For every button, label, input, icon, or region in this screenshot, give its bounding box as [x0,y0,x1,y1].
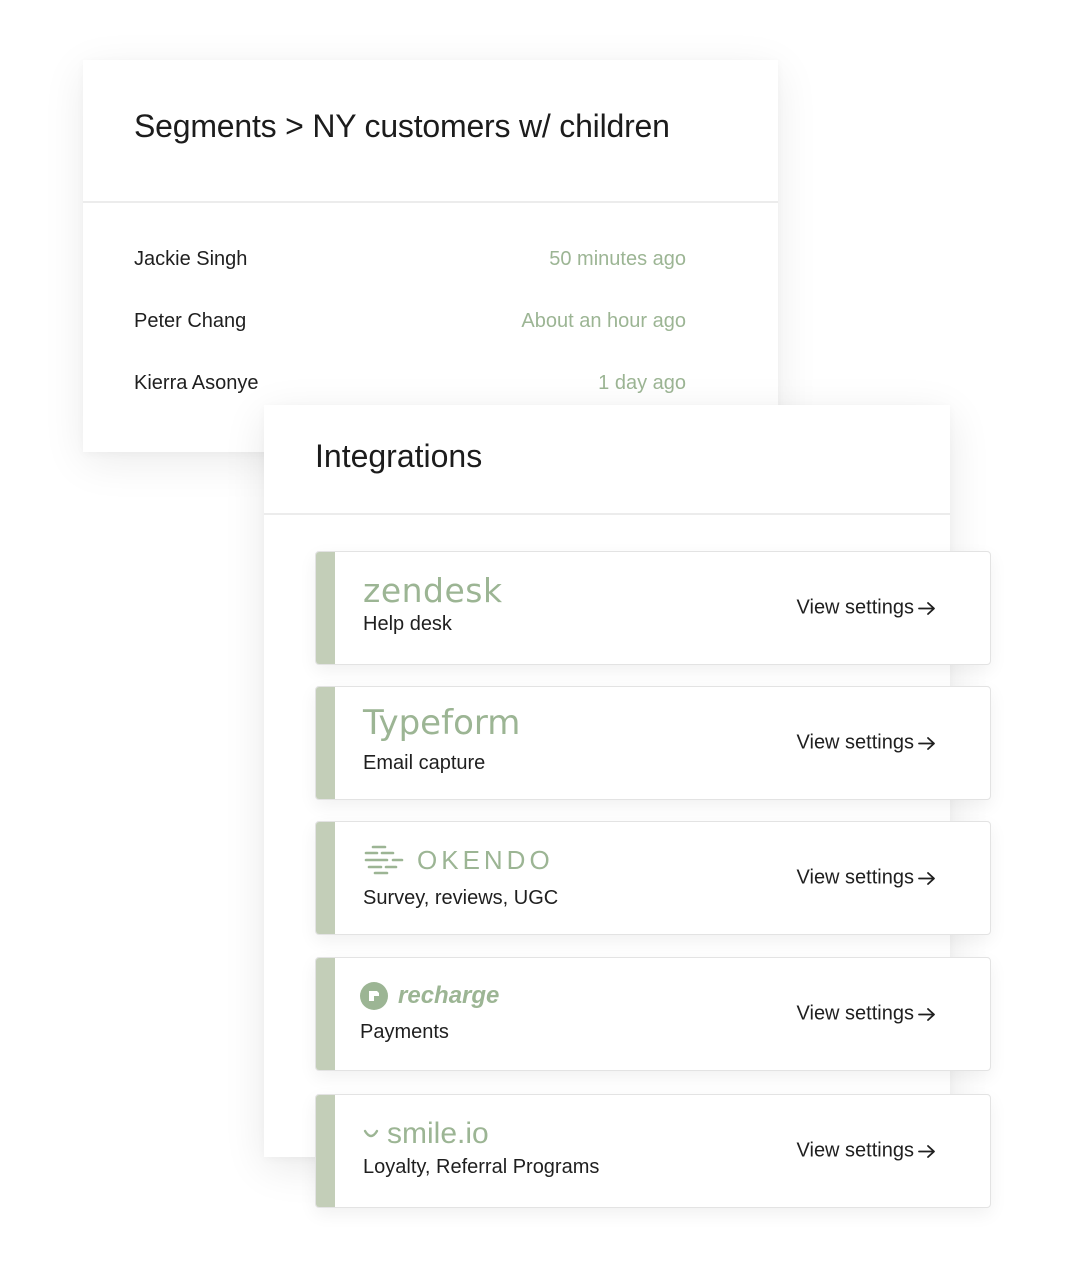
integration-description: Email capture [363,752,486,774]
arrow-right-icon [918,1007,935,1021]
integration-description: Payments [360,1021,449,1043]
integration-accent-bar [316,822,335,934]
smile-logo: smile.io [363,1117,489,1151]
arrow-right-icon [918,871,935,885]
view-settings-link[interactable]: View settings [797,1140,936,1163]
segment-last-seen: 50 minutes ago [549,247,686,270]
integration-description: Loyalty, Referral Programs [363,1156,600,1178]
view-settings-link[interactable]: View settings [797,732,936,755]
integration-accent-bar [316,552,335,664]
view-settings-link[interactable]: View settings [797,867,936,890]
integration-logo-text: Typeform [363,703,521,743]
segment-row[interactable]: Peter Chang About an hour ago [134,306,686,336]
integration-item-okendo: OKENDO Survey, reviews, UGC View setting… [315,821,991,935]
recharge-logo: recharge [360,982,499,1010]
segment-customer-name: Peter Chang [134,309,247,332]
segments-card: Segments > NY customers w/ children Jack… [83,60,778,452]
integration-accent-bar [316,687,335,799]
view-settings-label: View settings [796,1002,914,1025]
segment-customer-name: Jackie Singh [134,247,248,270]
integrations-title: Integrations [315,437,483,474]
integration-item-recharge: recharge Payments View settings [315,957,991,1071]
segment-last-seen: About an hour ago [521,309,686,332]
integrations-header: Integrations [264,405,950,515]
okendo-lines-icon [364,845,404,875]
segments-title: Segments > NY customers w/ children [134,108,670,144]
view-settings-label: View settings [796,1139,914,1162]
integration-logo-text: OKENDO [417,844,554,875]
recharge-badge-icon [360,982,388,1010]
view-settings-label: View settings [796,866,914,889]
stage: Segments > NY customers w/ children Jack… [0,0,1075,1270]
arrow-right-icon [918,601,935,615]
integration-item-smile: smile.io Loyalty, Referral Programs View… [315,1094,991,1208]
integration-item-typeform: Typeform Email capture View settings [315,686,991,800]
arrow-right-icon [918,1144,935,1158]
integration-description: Help desk [363,613,452,635]
okendo-logo: OKENDO [363,844,554,876]
view-settings-label: View settings [796,596,914,619]
integration-description: Survey, reviews, UGC [363,887,559,909]
smile-icon [363,1129,379,1138]
view-settings-link[interactable]: View settings [797,1003,936,1026]
segments-header: Segments > NY customers w/ children [83,60,778,203]
segment-row[interactable]: Jackie Singh 50 minutes ago [134,244,686,274]
view-settings-label: View settings [796,731,914,754]
typeform-logo-icon: Typeform [363,703,520,743]
integration-accent-bar [316,958,335,1070]
segment-last-seen: 1 day ago [598,371,686,394]
segment-customer-name: Kierra Asonye [134,371,259,394]
integration-logo-text: smile.io [387,1117,489,1150]
zendesk-logo-icon: zendesk [363,571,503,610]
arrow-right-icon [918,736,935,750]
integration-item-zendesk: zendesk Help desk View settings [315,551,991,665]
view-settings-link[interactable]: View settings [797,597,936,620]
integration-logo-text: recharge [398,982,500,1009]
integration-logo-text: zendesk [363,571,503,610]
integration-accent-bar [316,1095,335,1207]
segment-row[interactable]: Kierra Asonye 1 day ago [134,368,686,398]
